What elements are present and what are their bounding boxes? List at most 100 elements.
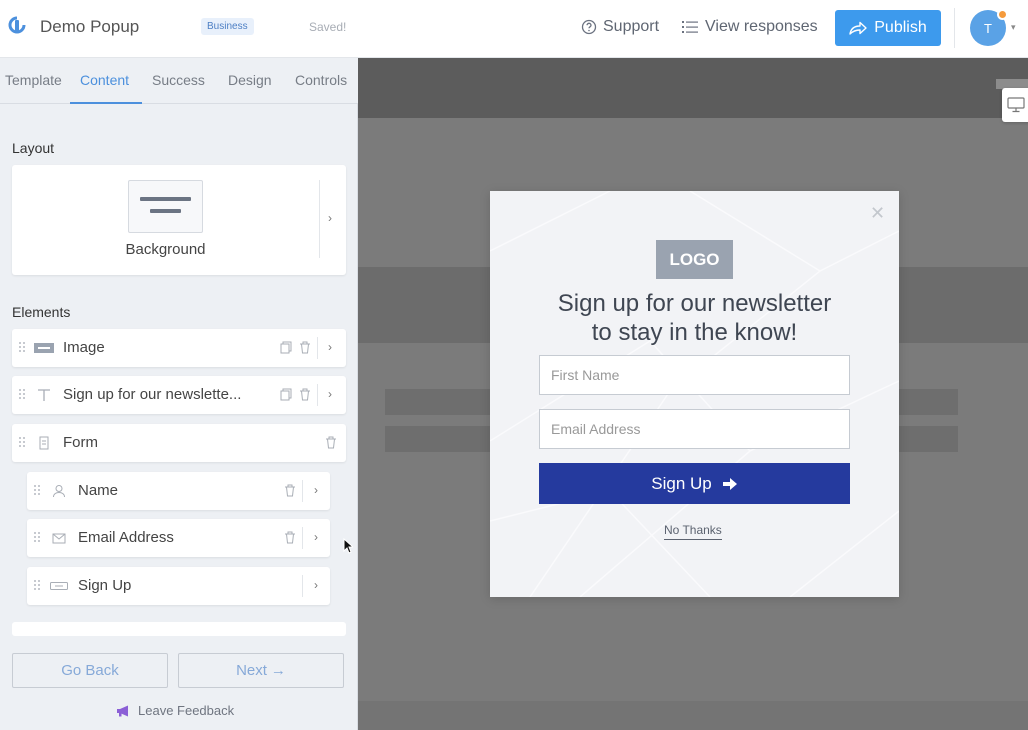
- trash-icon[interactable]: [299, 341, 311, 354]
- text-icon: [34, 387, 54, 403]
- person-icon: [49, 483, 69, 499]
- chevron-right-icon[interactable]: ›: [328, 340, 332, 354]
- first-name-placeholder: First Name: [551, 367, 620, 383]
- save-status: Saved!: [309, 20, 347, 34]
- layout-card[interactable]: Background ›: [12, 165, 346, 275]
- logo-thumbnail-icon: [34, 340, 54, 356]
- megaphone-icon: [117, 705, 128, 716]
- element-label: Image: [63, 339, 105, 356]
- drag-handle-icon[interactable]: [18, 388, 26, 400]
- layout-option-label: Background: [125, 241, 206, 258]
- publish-button[interactable]: Publish: [835, 10, 941, 46]
- arrow-right-icon: [722, 477, 737, 490]
- go-back-button[interactable]: Go Back: [12, 653, 168, 688]
- first-name-field[interactable]: First Name: [539, 355, 850, 395]
- no-thanks-link[interactable]: No Thanks: [664, 523, 722, 540]
- support-label: Support: [603, 18, 660, 35]
- top-bar: Demo Popup Business Saved! Support View …: [0, 0, 1028, 58]
- preview-page-header: [358, 58, 1028, 118]
- background-layout-thumbnail: [128, 180, 203, 233]
- element-label: Email Address: [78, 529, 174, 546]
- element-row-name[interactable]: Name ›: [27, 472, 330, 510]
- support-link[interactable]: Support: [581, 18, 659, 36]
- popup-heading-line: to stay in the know!: [591, 319, 798, 346]
- button-icon: [49, 578, 69, 594]
- element-row-signup-button[interactable]: Sign Up ›: [27, 567, 330, 605]
- drag-handle-icon[interactable]: [18, 341, 26, 353]
- trash-icon[interactable]: [284, 531, 296, 544]
- leave-feedback-link[interactable]: Leave Feedback: [116, 703, 234, 718]
- envelope-icon: [49, 530, 69, 546]
- desktop-preview-toggle[interactable]: [1002, 88, 1028, 122]
- drag-handle-icon[interactable]: [18, 436, 26, 448]
- tab-design[interactable]: Design: [228, 72, 272, 88]
- row-divider: [302, 480, 303, 502]
- go-back-label: Go Back: [61, 662, 119, 679]
- element-label: Sign up for our newslette...: [63, 386, 242, 403]
- elements-section-title: Elements: [12, 304, 71, 320]
- row-divider: [317, 384, 318, 406]
- notification-dot: [997, 9, 1008, 20]
- view-responses-label: View responses: [705, 18, 818, 35]
- popup-heading-line: Sign up for our newsletter: [557, 290, 832, 317]
- element-row-form[interactable]: Form: [12, 424, 346, 462]
- element-label: Sign Up: [78, 577, 132, 594]
- element-label: Form: [63, 434, 98, 451]
- preview-page-footer: [358, 701, 1028, 730]
- sign-up-button[interactable]: Sign Up: [539, 463, 850, 504]
- element-row-email[interactable]: Email Address ›: [27, 519, 330, 557]
- chevron-right-icon[interactable]: ›: [328, 211, 332, 225]
- tab-controls[interactable]: Controls: [295, 72, 347, 88]
- active-tab-indicator: [70, 102, 142, 104]
- list-icon: [682, 21, 698, 33]
- row-divider: [302, 575, 303, 597]
- document-title[interactable]: Demo Popup: [40, 17, 139, 37]
- trash-icon[interactable]: [325, 436, 337, 449]
- chevron-right-icon[interactable]: ›: [314, 578, 318, 592]
- tab-template[interactable]: Template: [5, 72, 62, 88]
- email-field[interactable]: Email Address: [539, 409, 850, 449]
- editor-sidebar: Template Content Success Design Controls…: [0, 58, 358, 730]
- publish-label: Publish: [874, 19, 927, 36]
- drag-handle-icon[interactable]: [33, 484, 41, 496]
- element-row-image[interactable]: Image ›: [12, 329, 346, 367]
- sign-up-label: Sign Up: [651, 473, 712, 493]
- chevron-right-icon[interactable]: ›: [328, 387, 332, 401]
- preview-canvas: ✕ LOGO Sign up for our newsletter to sta…: [358, 58, 1028, 730]
- element-row-heading[interactable]: Sign up for our newslette... ›: [12, 376, 346, 414]
- leave-feedback-label: Leave Feedback: [138, 703, 235, 718]
- question-circle-icon: [581, 19, 597, 35]
- form-icon: [34, 435, 54, 451]
- monitor-icon: [1007, 97, 1025, 113]
- tab-content[interactable]: Content: [80, 72, 129, 88]
- duplicate-icon[interactable]: [280, 388, 292, 401]
- layout-section-title: Layout: [12, 140, 55, 156]
- trash-icon[interactable]: [284, 484, 296, 497]
- share-arrow-icon: [849, 21, 867, 35]
- header-divider: [954, 8, 955, 48]
- app-logo-icon: [8, 16, 26, 34]
- row-divider: [302, 527, 303, 549]
- popup-heading: Sign up for our newsletter to stay in th…: [490, 289, 899, 347]
- element-row-partial[interactable]: [12, 622, 346, 636]
- trash-icon[interactable]: [299, 388, 311, 401]
- plan-badge: Business: [201, 18, 254, 35]
- chevron-right-icon[interactable]: ›: [314, 483, 318, 497]
- chevron-right-icon[interactable]: ›: [314, 530, 318, 544]
- avatar-initial: T: [984, 20, 992, 36]
- row-divider: [317, 337, 318, 359]
- next-button[interactable]: Next →: [178, 653, 344, 688]
- next-label: Next: [236, 662, 267, 679]
- close-icon[interactable]: ✕: [870, 203, 885, 224]
- card-divider: [319, 180, 320, 258]
- element-label: Name: [78, 482, 119, 499]
- drag-handle-icon[interactable]: [33, 531, 41, 543]
- duplicate-icon[interactable]: [280, 341, 292, 354]
- drag-handle-icon[interactable]: [33, 579, 41, 591]
- arrow-right-icon: →: [270, 662, 286, 679]
- chevron-down-icon[interactable]: ▾: [1011, 22, 1016, 33]
- popup-preview: ✕ LOGO Sign up for our newsletter to sta…: [490, 191, 899, 597]
- view-responses-link[interactable]: View responses: [682, 18, 818, 36]
- tab-success[interactable]: Success: [152, 72, 205, 88]
- popup-logo: LOGO: [656, 240, 733, 279]
